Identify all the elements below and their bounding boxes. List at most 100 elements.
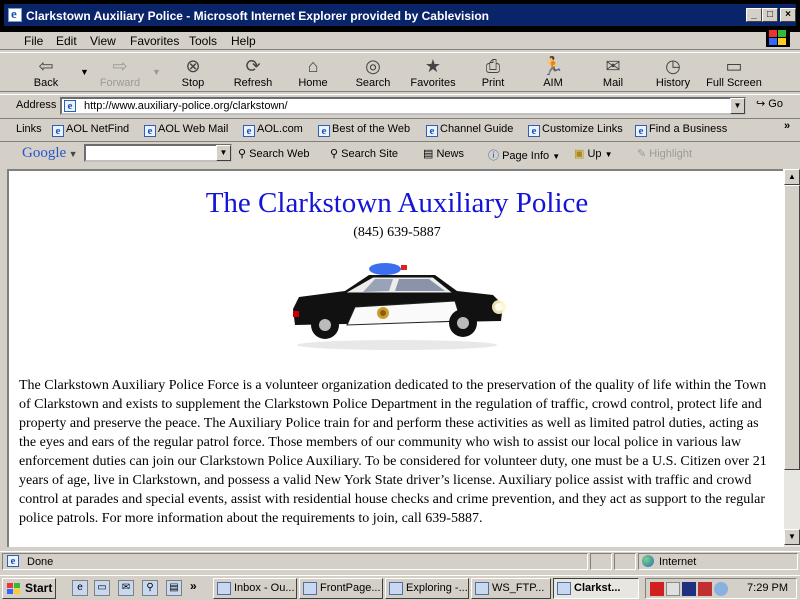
explorer-icon [389,582,403,595]
google-logo[interactable]: Google ▼ [22,145,78,162]
standard-toolbar: ⇦ Back ▼ ⇨ Forward ▼ ⊗ Stop ⟳ Refresh ⌂ … [0,52,800,92]
taskbar: Start e ▭ ✉ ⚲ ▤ » Inbox - Ou... FrontPag… [0,575,800,600]
tray-network-icon[interactable] [682,582,696,596]
status-bar: e Done Internet [0,551,800,571]
stop-button[interactable]: ⊗ Stop [163,53,223,93]
address-dropdown-icon[interactable]: ▼ [730,98,745,114]
mail-button[interactable]: ✉ Mail [583,53,643,93]
window-title: Clarkstown Auxiliary Police - Microsoft … [26,9,489,23]
outlook-icon [217,582,231,595]
close-button[interactable]: × [780,8,796,22]
google-search-dropdown-icon[interactable]: ▼ [216,145,231,161]
favorites-button[interactable]: ★ Favorites [403,53,463,93]
search-web-button[interactable]: ⚲ Search Web [238,147,309,160]
search-site-button[interactable]: ⚲ Search Site [330,147,398,160]
history-button[interactable]: ◷ History [643,53,703,93]
tray-volume-icon[interactable] [714,582,728,596]
news-button[interactable]: ▤ News [423,147,464,160]
link-page-icon: e [528,125,540,137]
links-overflow-icon[interactable]: » [784,120,790,132]
menu-favorites[interactable]: Favorites [130,34,179,48]
forward-arrow-icon: ⇨ [112,56,128,76]
tray-antivirus-icon[interactable] [698,582,712,596]
link-find-a-business[interactable]: e Find a Business [635,123,727,137]
back-button[interactable]: ⇦ Back [16,53,76,93]
link-page-icon: e [426,125,438,137]
quick-launch-ie-icon[interactable]: e [72,580,88,596]
page-info-dropdown-icon: ▼ [552,152,561,161]
highlight-button[interactable]: ✎ Highlight [637,147,692,160]
title-bar: Clarkstown Auxiliary Police - Microsoft … [0,0,800,32]
quick-launch-app-icon[interactable]: ▤ [166,580,182,596]
link-aol-web-mail[interactable]: e AOL Web Mail [144,123,228,137]
quick-launch-search-icon[interactable]: ⚲ [142,580,158,596]
news-icon: ▤ [423,148,434,160]
links-bar: Links e AOL NetFind e AOL Web Mail e AOL.co… [0,118,800,139]
print-button[interactable]: ⎙ Print [463,53,523,93]
status-text: Done [27,556,54,568]
link-aol-com[interactable]: e AOL.com [243,123,303,137]
link-aol-netfind[interactable]: e AOL NetFind [52,123,129,137]
windows-flag-icon [7,583,20,594]
menu-edit[interactable]: Edit [56,34,77,48]
menu-help[interactable]: Help [231,34,256,48]
aim-running-man-icon: 🏃 [541,56,565,76]
link-customize-links[interactable]: e Customize Links [528,123,623,137]
aim-button[interactable]: 🏃 AIM [523,53,583,93]
link-best-of-the-web[interactable]: e Best of the Web [318,123,410,137]
body-paragraph: The Clarkstown Auxiliary Police Force is… [19,378,767,526]
full-screen-button[interactable]: ▭ Full Screen [703,53,765,93]
google-search-input[interactable]: ▼ [84,144,232,162]
address-bar: Address e http://www.auxiliary-police.or… [0,94,800,116]
forward-dropdown-icon[interactable]: ▼ [152,67,161,77]
status-page-icon: e [7,555,19,567]
minimize-button[interactable]: _ [746,8,762,22]
link-channel-guide[interactable]: e Channel Guide [426,123,513,137]
search-button[interactable]: ◎ Search [343,53,403,93]
go-button[interactable]: ↪ Go [756,97,783,110]
quick-launch-overflow-icon[interactable]: » [190,579,197,593]
search-icon: ◎ [365,56,381,76]
refresh-button[interactable]: ⟳ Refresh [223,53,283,93]
address-input[interactable]: e http://www.auxiliary-police.org/clarks… [60,97,746,115]
clock[interactable]: 7:29 PM [747,582,788,594]
quick-launch-desktop-icon[interactable]: ▭ [94,580,110,596]
menu-view[interactable]: View [90,34,116,48]
forward-button[interactable]: ⇨ Forward [90,53,150,93]
back-dropdown-icon[interactable]: ▼ [80,67,89,77]
maximize-button[interactable]: □ [762,8,778,22]
browser-window: Clarkstown Auxiliary Police - Microsoft … [0,0,800,575]
link-page-icon: e [243,125,255,137]
scroll-thumb[interactable] [784,185,800,470]
ftp-icon [475,582,489,595]
page-content: The Clarkstown Auxiliary Police (845) 63… [7,169,783,547]
address-url: http://www.auxiliary-police.org/clarksto… [84,100,288,112]
security-zone: Internet [659,556,697,568]
task-ws-ftp[interactable]: WS_FTP... [471,578,551,599]
vertical-scrollbar[interactable]: ▲ ▼ [783,169,800,547]
menu-tools[interactable]: Tools [189,34,217,48]
scroll-up-button[interactable]: ▲ [784,169,800,185]
menu-file[interactable]: File [24,34,43,48]
page-heading: The Clarkstown Auxiliary Police [205,187,589,219]
home-button[interactable]: ⌂ Home [283,53,343,93]
up-button[interactable]: ▣ Up ▼ [574,147,613,160]
full-screen-icon: ▭ [725,56,743,76]
quick-launch-outlook-icon[interactable]: ✉ [118,580,134,596]
ie-icon [8,6,22,22]
task-frontpage[interactable]: FrontPage... [299,578,383,599]
link-page-icon: e [635,125,647,137]
info-icon: ⓘ [488,150,499,162]
task-clarkstown-ie[interactable]: Clarkst... [553,578,639,599]
task-exploring[interactable]: Exploring -... [385,578,469,599]
links-label: Links [16,123,42,135]
page-info-button[interactable]: ⓘ Page Info ▼ [488,147,560,163]
police-car-image [293,263,506,350]
start-button[interactable]: Start [2,578,56,599]
scroll-down-button[interactable]: ▼ [784,529,800,545]
address-label: Address [16,99,57,111]
tray-monitor-icon[interactable] [666,582,680,596]
printer-icon: ⎙ [485,56,501,76]
task-inbox-outlook[interactable]: Inbox - Ou... [213,578,297,599]
tray-app-icon[interactable] [650,582,664,596]
